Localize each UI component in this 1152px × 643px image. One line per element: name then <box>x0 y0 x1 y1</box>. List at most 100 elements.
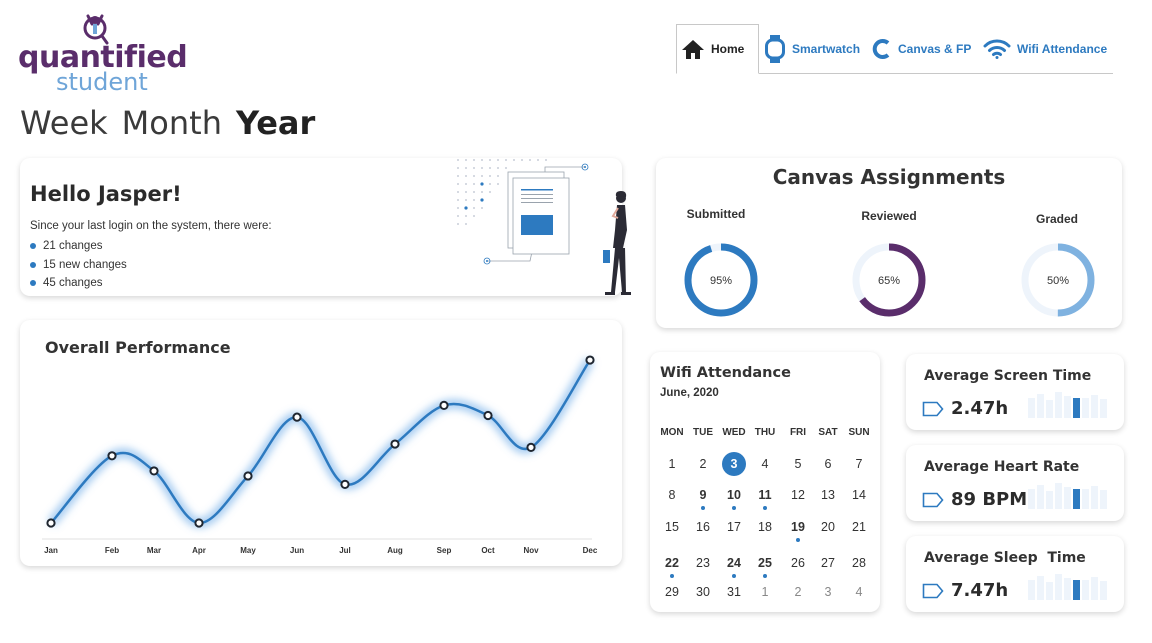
calendar-day-number: 11 <box>758 488 772 502</box>
calendar-day-number: 31 <box>727 585 741 599</box>
x-tick-label: May <box>240 546 256 555</box>
calendar-day[interactable]: 29 <box>657 585 687 599</box>
calendar-day[interactable]: 25 <box>750 556 780 578</box>
greeting-card: Hello Jasper! Since your last login on t… <box>20 158 631 296</box>
smartwatch-icon <box>764 34 786 64</box>
calendar-day-number: 30 <box>696 585 710 599</box>
calendar-day-number: 20 <box>821 520 835 534</box>
tab-canvas-fp[interactable]: Canvas & FP <box>872 24 971 74</box>
calendar-day-number: 3 <box>824 585 832 599</box>
calendar-day-number: 10 <box>727 488 741 502</box>
calendar-day[interactable]: 21 <box>844 520 874 534</box>
tab-smartwatch[interactable]: Smartwatch <box>764 24 860 74</box>
graded-donut[interactable]: 50% <box>1020 242 1096 318</box>
graded-percent: 50% <box>1047 275 1069 287</box>
data-point-may[interactable] <box>243 471 253 481</box>
tag-icon <box>922 401 944 417</box>
weekday-label: FRI <box>789 427 807 438</box>
x-tick-label: Jul <box>339 546 351 555</box>
calendar-day[interactable]: 16 <box>688 520 718 534</box>
calendar-day[interactable]: 10 <box>719 488 749 510</box>
calendar-day[interactable]: 1 <box>657 457 687 471</box>
calendar-day[interactable]: 11 <box>750 488 780 510</box>
calendar-day[interactable]: 19 <box>783 520 813 542</box>
attendance-dot <box>796 538 800 542</box>
calendar-day[interactable]: 28 <box>844 556 874 570</box>
data-point-jun[interactable] <box>292 412 302 422</box>
reviewed-donut[interactable]: 65% <box>851 242 927 318</box>
list-item: 45 changes <box>30 274 127 293</box>
submitted-donut[interactable]: 95% <box>683 242 759 318</box>
calendar-day[interactable]: 2 <box>688 457 718 471</box>
calendar-day[interactable]: 3 <box>813 585 843 599</box>
calendar-day-number: 14 <box>852 488 866 502</box>
attendance-dot <box>732 574 736 578</box>
calendar-day[interactable]: 4 <box>750 457 780 471</box>
data-point-dec[interactable] <box>585 355 595 365</box>
performance-line-chart[interactable]: Jan Feb Mar Apr May Jun Jul Aug Sep Oct Nov Dec <box>20 320 622 566</box>
mini-bar-chart <box>1028 483 1107 509</box>
calendar-day[interactable]: 22 <box>657 556 687 578</box>
logo-text-student: student <box>56 68 148 96</box>
calendar-day-number: 15 <box>665 520 679 534</box>
calendar-day-number: 8 <box>668 488 676 502</box>
calendar-day-number: 25 <box>758 556 772 570</box>
data-point-apr[interactable] <box>194 518 204 528</box>
calendar-day-number: 22 <box>665 556 679 570</box>
attendance-dot <box>701 506 705 510</box>
period-year[interactable]: Year <box>236 104 315 142</box>
calendar-day[interactable]: 7 <box>844 457 874 471</box>
x-tick-label: Mar <box>147 546 161 555</box>
data-point-nov[interactable] <box>526 442 536 453</box>
calendar-day[interactable]: 31 <box>719 585 749 599</box>
calendar-day[interactable]: 30 <box>688 585 718 599</box>
data-point-sep[interactable] <box>439 400 449 411</box>
performance-line-glow <box>47 357 595 528</box>
list-item: 15 new changes <box>30 256 127 275</box>
calendar-day[interactable]: 15 <box>657 520 687 534</box>
tab-home[interactable]: Home <box>676 24 759 74</box>
calendar-day[interactable]: 8 <box>657 488 687 502</box>
x-tick-label: Oct <box>481 546 495 555</box>
calendar-day-number: 12 <box>791 488 805 502</box>
calendar-day[interactable]: 12 <box>783 488 813 502</box>
data-point-mar[interactable] <box>149 466 159 476</box>
x-tick-label: Sep <box>437 546 452 555</box>
tab-wifi-attendance[interactable]: Wifi Attendance <box>983 24 1107 74</box>
home-icon <box>681 38 705 60</box>
calendar-day[interactable]: 9 <box>688 488 718 510</box>
woman-document-illustration <box>457 159 631 295</box>
calendar-day[interactable]: 17 <box>719 520 749 534</box>
calendar-day[interactable]: 2 <box>783 585 813 599</box>
calendar-day-number: 1 <box>761 585 769 599</box>
calendar-day-selected[interactable]: 3 <box>719 452 749 476</box>
data-point-jan[interactable] <box>46 518 56 528</box>
calendar-day[interactable]: 20 <box>813 520 843 534</box>
tag-icon <box>922 583 944 599</box>
calendar-day[interactable]: 5 <box>783 457 813 471</box>
calendar-day[interactable]: 23 <box>688 556 718 570</box>
data-point-feb[interactable] <box>107 451 117 461</box>
period-month[interactable]: Month <box>122 104 222 142</box>
x-tick-label: Nov <box>523 546 539 555</box>
data-point-jul[interactable] <box>340 479 350 489</box>
x-tick-label: Apr <box>192 546 206 555</box>
calendar-day[interactable]: 14 <box>844 488 874 502</box>
calendar-day[interactable]: 13 <box>813 488 843 502</box>
period-week[interactable]: Week <box>20 104 108 142</box>
data-point-oct[interactable] <box>483 410 493 421</box>
calendar-day[interactable]: 4 <box>844 585 874 599</box>
quantified-student-logo[interactable]: quantified student <box>18 12 188 96</box>
mini-bar-chart <box>1028 574 1107 600</box>
greeting-intro: Since your last login on the system, the… <box>30 220 272 232</box>
calendar-day[interactable]: 18 <box>750 520 780 534</box>
calendar-day[interactable]: 27 <box>813 556 843 570</box>
calendar-day[interactable]: 6 <box>813 457 843 471</box>
calendar-day-number: 4 <box>761 457 769 471</box>
calendar-day[interactable]: 24 <box>719 556 749 578</box>
calendar-day[interactable]: 1 <box>750 585 780 599</box>
calendar-day[interactable]: 26 <box>783 556 813 570</box>
x-tick-label: Jun <box>290 546 304 555</box>
data-point-aug[interactable] <box>390 439 400 449</box>
average-sleep-time-title: Average Sleep Time <box>924 550 1086 566</box>
